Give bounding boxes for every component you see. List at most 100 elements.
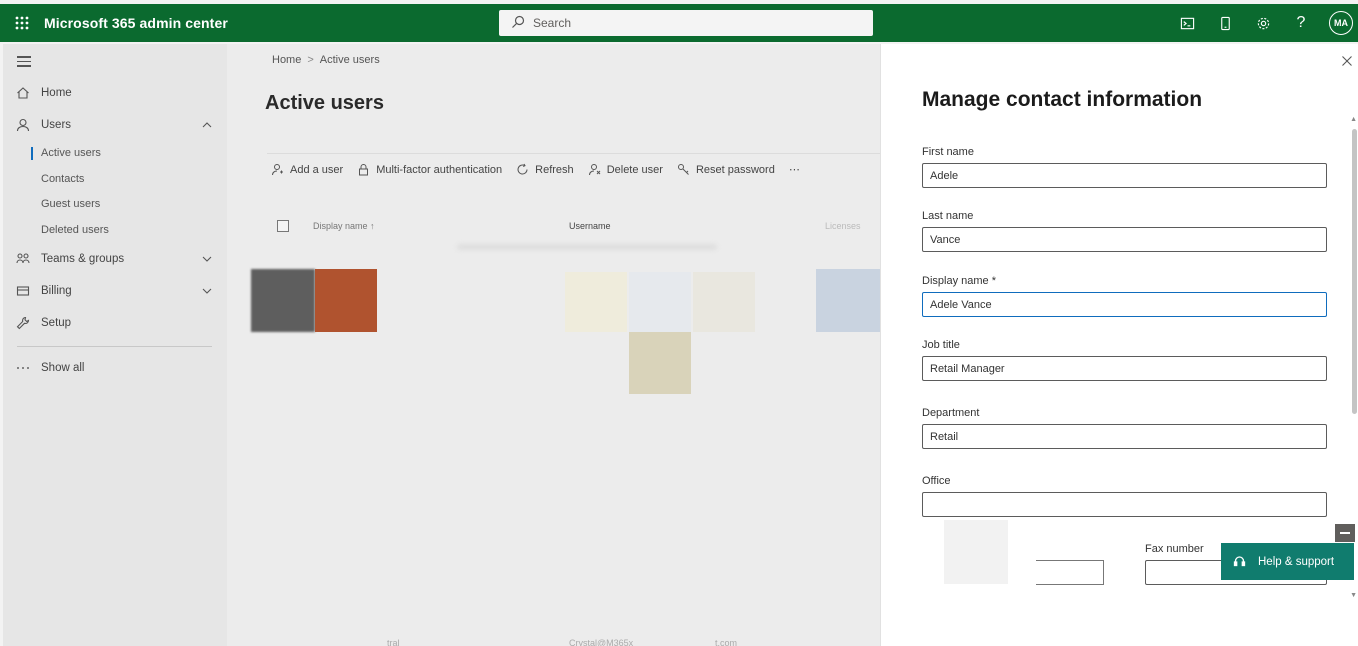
teams-icon — [16, 252, 30, 266]
settings-icon[interactable] — [1244, 4, 1282, 42]
nav-item-setup[interactable]: Setup — [3, 311, 227, 335]
toolbar-label: Add a user — [290, 163, 344, 176]
faded-cell: Crystal@M365x — [569, 638, 634, 646]
mobile-icon[interactable] — [1206, 4, 1244, 42]
help-icon[interactable]: ? — [1282, 4, 1320, 42]
help-label: Help & support — [1258, 555, 1335, 568]
tile-orange — [315, 269, 377, 332]
toolbar-label: Refresh — [535, 163, 574, 176]
search-icon — [511, 15, 533, 32]
toolbar-label: Reset password — [695, 163, 775, 176]
toolbar-label: Multi-factor authentication — [376, 163, 503, 176]
mfa-button[interactable]: Multi-factor authentication — [357, 163, 502, 176]
nav-sub-guest-users[interactable]: Guest users — [41, 198, 100, 210]
search-box[interactable]: Search — [499, 10, 873, 36]
nav-label: Teams & groups — [41, 253, 125, 265]
nav-sub-contacts[interactable]: Contacts — [41, 173, 84, 185]
nav-label: Setup — [41, 317, 72, 329]
wrench-icon — [16, 316, 30, 330]
faded-cell: tral — [387, 638, 400, 646]
tile-beige — [629, 332, 691, 394]
add-user-icon — [272, 164, 283, 176]
more-actions-button[interactable]: ⋯ — [789, 163, 800, 176]
headset-icon — [1233, 556, 1246, 567]
faded-cell: t.com — [715, 638, 738, 646]
column-username[interactable]: Username — [569, 221, 611, 231]
app-title[interactable]: Microsoft 365 admin center — [44, 15, 228, 31]
menu-icon[interactable] — [17, 56, 31, 70]
nav-item-teams-groups[interactable]: Teams & groups — [3, 247, 227, 271]
scroll-down-arrow[interactable]: ▼ — [1350, 592, 1357, 599]
nav-label: Home — [41, 87, 72, 99]
close-icon[interactable] — [1341, 55, 1353, 67]
divider — [267, 153, 895, 154]
chevron-up-icon — [202, 122, 212, 128]
help-support-button[interactable]: Help & support — [1221, 543, 1354, 580]
tile-blue — [816, 269, 880, 332]
left-nav: Home Users Active users Contacts Guest u… — [3, 44, 227, 646]
nav-sub-active-users[interactable]: Active users — [31, 147, 101, 160]
top-bar: Microsoft 365 admin center Search ? MA — [0, 4, 1358, 42]
job-title-label: Job title — [922, 339, 960, 351]
phone-field[interactable] — [1036, 560, 1104, 585]
job-title-field[interactable] — [922, 356, 1327, 381]
page-title: Active users — [265, 92, 384, 114]
display-name-label: Display name * — [922, 275, 996, 287]
toolbar-label: Delete user — [606, 163, 663, 176]
refresh-button[interactable]: Refresh — [516, 163, 574, 176]
chevron-down-icon — [202, 256, 212, 262]
waffle-icon[interactable] — [0, 4, 44, 42]
first-name-field[interactable] — [922, 163, 1327, 188]
column-licenses[interactable]: Licenses — [825, 221, 861, 231]
nav-sub-deleted-users[interactable]: Deleted users — [41, 224, 109, 236]
column-display-name[interactable]: Display name ↑ — [313, 221, 375, 231]
add-user-button[interactable]: Add a user — [271, 163, 343, 176]
delete-user-icon — [588, 164, 601, 176]
nav-item-show-all[interactable]: Show all — [3, 356, 227, 380]
main-content: Home > Active users Active users Add a use… — [227, 44, 895, 646]
avatar: MA — [1329, 11, 1353, 35]
user-icon — [16, 118, 30, 132]
last-name-field[interactable] — [922, 227, 1327, 252]
tile-dark — [251, 269, 315, 332]
help-minimize-button[interactable] — [1335, 524, 1355, 542]
department-field[interactable] — [922, 424, 1327, 449]
select-all-checkbox[interactable] — [277, 220, 289, 232]
reset-password-button[interactable]: Reset password — [677, 163, 775, 176]
delete-user-button[interactable]: Delete user — [588, 163, 663, 176]
office-field[interactable] — [922, 492, 1327, 517]
key-icon — [677, 164, 689, 175]
breadcrumb-home[interactable]: Home — [272, 54, 301, 66]
panel-title: Manage contact information — [922, 88, 1203, 111]
breadcrumb-current: Active users — [319, 54, 380, 66]
refresh-icon — [517, 163, 528, 175]
command-bar: Add a user Multi-factor authentication R… — [271, 163, 814, 176]
loading-placeholder — [944, 520, 1008, 584]
last-name-label: Last name — [922, 210, 974, 222]
nav-label: Show all — [41, 362, 85, 374]
breadcrumb: Home > Active users — [272, 54, 380, 66]
terminal-icon[interactable] — [1168, 4, 1206, 42]
nav-divider — [17, 346, 212, 347]
chevron-down-icon — [202, 288, 212, 294]
tile-faded — [565, 272, 627, 332]
tile-faded — [629, 272, 691, 332]
nav-item-home[interactable]: Home — [3, 81, 227, 105]
scrollbar-thumb[interactable] — [1352, 129, 1357, 414]
tile-faded — [693, 272, 755, 332]
nav-item-billing[interactable]: Billing — [3, 279, 227, 303]
display-name-field[interactable] — [922, 292, 1327, 317]
nav-item-users[interactable]: Users — [3, 113, 227, 137]
top-icons: ? MA — [1168, 4, 1358, 42]
home-icon — [16, 86, 30, 100]
more-icon — [16, 361, 30, 375]
nav-label: Billing — [41, 285, 72, 297]
scroll-up-arrow[interactable]: ▲ — [1350, 116, 1357, 123]
department-label: Department — [922, 407, 980, 419]
account-button[interactable]: MA — [1320, 4, 1358, 42]
nav-label: Users — [41, 119, 72, 131]
office-label: Office — [922, 475, 951, 487]
help-glyph: ? — [1296, 14, 1306, 31]
loading-row — [457, 244, 717, 250]
more-actions-glyph: ⋯ — [788, 164, 800, 176]
